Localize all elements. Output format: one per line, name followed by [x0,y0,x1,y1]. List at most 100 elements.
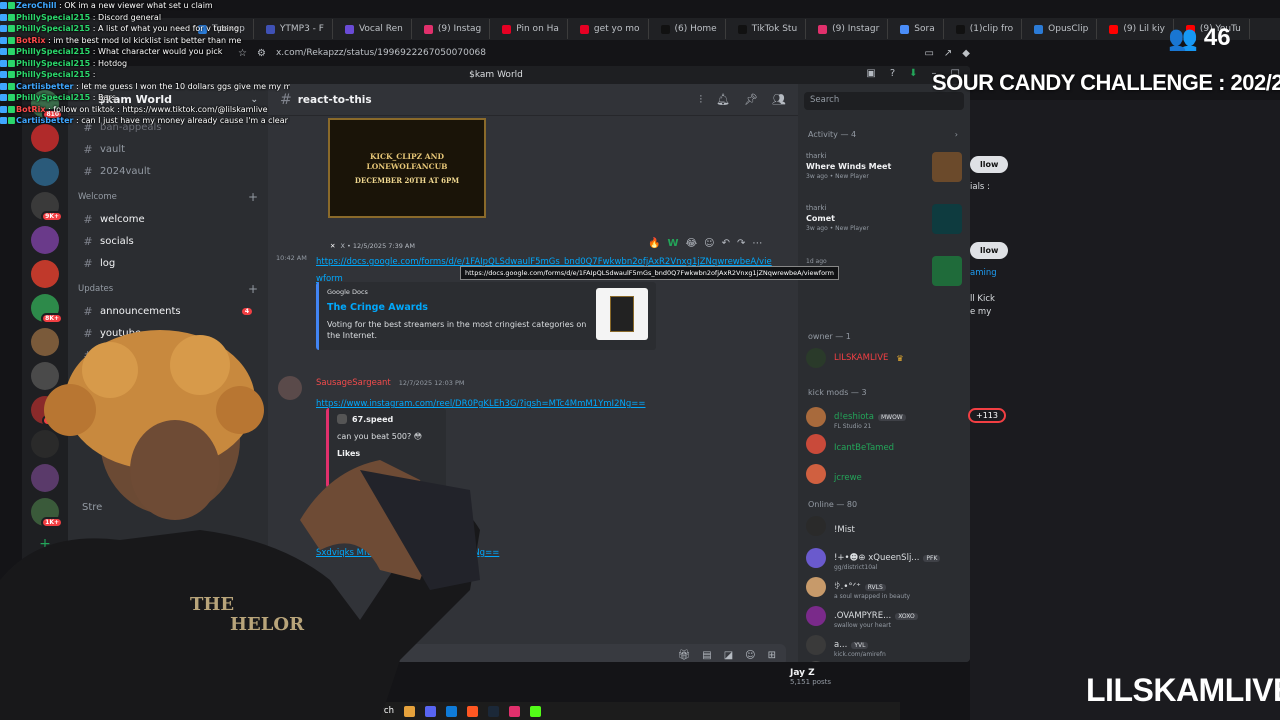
server-icon[interactable] [31,464,59,492]
channel-log[interactable]: # log [68,252,268,274]
url-text[interactable]: x.com/Rekapzz/status/1996922267050070068 [276,48,486,58]
member-item[interactable]: ꉣ.•°ᐟ⁺ RVLS a soul wrapped in beauty [806,574,962,600]
message-composer[interactable]: Message #react-to-this 🎁︎ ▤ ◪ ☺ ⊞ [280,644,786,662]
member-item[interactable]: !Mist [806,516,962,536]
follow-button[interactable]: llow [970,156,1009,173]
discord-icon[interactable] [424,705,436,717]
instagram-icon[interactable] [508,705,520,717]
threads-icon[interactable]: ⫶ [699,93,702,107]
member-name: ꉣ.•°ᐟ⁺ [834,582,861,592]
browser-tab[interactable]: Sora [892,19,944,39]
reaction-fire-icon[interactable]: 🔥 [648,238,660,249]
follow-button[interactable]: llow [970,242,1009,259]
forward-icon[interactable]: ↷ [737,238,745,249]
server-icon[interactable]: 355 [31,396,63,426]
reaction-w-icon[interactable]: W [667,238,678,249]
member-item[interactable]: IcantBeTamed [806,434,962,454]
browser-tab[interactable]: get yo mo [572,19,649,39]
channel-welcome[interactable]: # welcome [68,208,268,230]
embed-thumbnail[interactable] [596,288,648,340]
sticker-icon[interactable]: ◪ [724,650,733,661]
members-icon[interactable]: 👥︎ [772,93,786,107]
profile-card[interactable]: Jay Z 5,151 posts [790,668,831,686]
add-server-icon[interactable]: + [22,536,68,552]
channel-youtube[interactable]: # youtube [68,322,268,344]
add-channel-icon[interactable]: + [248,282,258,296]
taskbar-search[interactable]: Search [365,706,394,716]
channel-2024vault[interactable]: #2024vault [68,160,268,182]
gift-icon[interactable]: 🎁︎ [678,650,691,661]
member-item[interactable]: !+•☻⊕ xQueenSlj... PFK gg/district10al [806,545,962,571]
reply-icon[interactable]: ↶ [722,238,730,249]
activity-card[interactable]: tharki Where Winds Meet 3w ago • New Playe… [806,152,962,196]
instagram-link[interactable]: Sxdviqks MN/?igsh=MTc4MmM1YmI2Ng== [316,548,499,558]
store-icon[interactable] [445,705,457,717]
channel-label: 2024vault [100,165,151,177]
add-reaction-icon[interactable]: ☺ [704,238,714,249]
server-icon[interactable] [31,226,59,254]
activity-header[interactable]: Activity — 4 › [808,130,958,139]
bell-icon[interactable]: 🔔︎ [716,93,730,107]
download-icon[interactable]: ⬇ [909,68,917,79]
message-author[interactable]: SausageSarge [316,524,377,534]
kick-icon[interactable] [529,705,541,717]
reply-count-pill[interactable]: +113 [968,408,1006,423]
chat-separator: : [90,70,96,79]
brave-icon[interactable] [466,705,478,717]
message-author[interactable]: SausageSargeant [316,378,391,388]
browser-tab[interactable]: OpusClip [1026,19,1098,39]
avatar[interactable] [278,376,302,400]
channel-vault[interactable]: # vault [68,138,268,160]
channel-socials[interactable]: # socials [68,230,268,252]
steam-icon[interactable] [487,705,499,717]
embed-footer: ✕ X • 12/5/2025 7:39 AM [330,242,415,250]
more-icon[interactable]: ⋯ [752,238,762,249]
server-icon[interactable]: 9K+ [31,192,63,222]
server-icon[interactable] [31,328,59,356]
server-icon[interactable] [31,430,59,458]
member-item[interactable]: .OVAMPYRE... XOXO swallow your heart [806,603,962,629]
pin-icon[interactable]: 📌︎ [744,93,758,107]
category-welcome[interactable]: Welcome + [68,186,268,208]
server-icon[interactable] [31,362,59,390]
event-poster-image[interactable]: KICK_CLIPZ AND LONEWOLFANCUB DECEMBER 20… [328,118,486,218]
game-art-image [932,152,962,182]
member-item[interactable]: aohsino2$U [806,661,962,662]
chat-message: PhillySpecial215 : A list of what you ne… [0,23,290,35]
channel-announcements[interactable]: # announcements 4 [68,300,268,322]
file-explorer-icon[interactable] [403,705,415,717]
help-icon[interactable]: ? [890,68,895,79]
gif-icon[interactable]: ▤ [702,650,711,661]
address-bar[interactable]: ☆ ⚙ x.com/Rekapzz/status/199692226705007… [230,44,970,62]
reaction-laugh-icon[interactable]: 😂 [685,238,697,249]
inbox-icon[interactable]: ▣ [866,68,875,79]
cast-icon[interactable]: ▭ [924,48,933,59]
browser-tab[interactable]: TikTok Stu [730,19,807,39]
category-updates[interactable]: Updates + [68,278,268,300]
message-hover-toolbar: 🔥 W 😂 ☺ ↶ ↷ ⋯ [648,238,762,249]
server-icon[interactable] [31,124,59,152]
member-owner[interactable]: LILSKAMLIVE ♛ [806,348,962,368]
search-icon[interactable]: ⌕ [350,706,355,716]
browser-tab[interactable]: (6) Home [653,19,726,39]
activity-card[interactable]: tharki Comet 3w ago • New Player [806,204,962,248]
server-icon[interactable]: 8K+ [31,294,63,324]
add-channel-icon[interactable]: + [248,190,258,204]
browser-tab[interactable]: (1)clip fro [948,19,1023,39]
share-icon[interactable]: ↗ [944,48,952,59]
server-icon[interactable] [31,260,59,288]
server-icon[interactable] [31,158,59,186]
emoji-icon[interactable]: ☺ [745,650,755,661]
apps-icon[interactable]: ⊞ [768,650,776,661]
member-item[interactable]: a... YVL kick.com/amirefn [806,632,962,658]
browser-tab[interactable]: Vocal Ren [337,19,412,39]
browser-tab[interactable]: (9) Instag [416,19,491,39]
server-icon[interactable]: 1K+ [31,498,63,528]
channel-item[interactable]: # [68,344,268,366]
extension-icon[interactable]: ◆ [962,48,970,59]
member-item[interactable]: d!eshiota MWOW FL Studio 21 [806,404,962,430]
browser-tab[interactable]: Pin on Ha [494,19,568,39]
browser-tab[interactable]: (9) Instagr [810,19,889,39]
member-item[interactable]: jcrewe [806,464,962,484]
browser-tab[interactable]: (9) Lil kiy [1101,19,1174,39]
